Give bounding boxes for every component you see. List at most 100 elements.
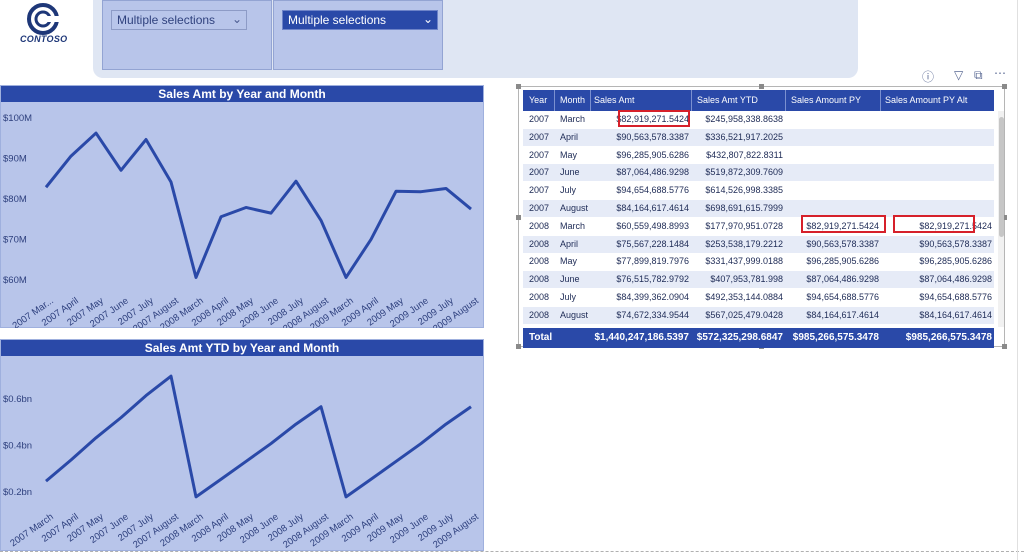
cell-year: 2008 bbox=[529, 309, 550, 320]
slicer-2-dropdown[interactable]: Multiple selections ⌄ bbox=[282, 10, 438, 30]
table-row[interactable]: 2008 June $76,515,782.9792 $407,953,781.998… bbox=[523, 271, 994, 289]
cell-sales-amount-py-alt bbox=[880, 129, 992, 146]
cell-sales-amt-ytd: $253,538,179.2212 bbox=[705, 238, 783, 249]
cell-sales-amount-py-alt: $90,563,578.3387 bbox=[919, 238, 992, 249]
resize-handle[interactable] bbox=[1002, 84, 1007, 89]
sales-amt-plot: $60M$70M$80M$90M$100M2007 Mar...2007 Apr… bbox=[3, 113, 481, 328]
column-divider[interactable] bbox=[785, 90, 786, 111]
table-row[interactable]: 2007 March $82,919,271.5424 $245,958,338.86… bbox=[523, 111, 994, 128]
cell-sales-amount-py: $90,563,578.3387 bbox=[806, 238, 879, 249]
cell-month: July bbox=[560, 185, 577, 196]
cell-month: July bbox=[560, 292, 577, 302]
cell-year: 2007 bbox=[529, 185, 550, 196]
column-header-month[interactable]: Month bbox=[560, 90, 585, 111]
cell-year: 2008 bbox=[529, 274, 550, 285]
table-row[interactable]: 2007 July $94,654,688.5776 $614,526,998.338… bbox=[523, 182, 994, 199]
cell-year: 2007 bbox=[529, 167, 550, 178]
y-tick-label: $70M bbox=[3, 234, 27, 245]
logo-text: CONTOSO bbox=[20, 34, 68, 44]
cell-sales-amt-ytd: $177,970,951.0728 bbox=[705, 220, 783, 231]
resize-handle[interactable] bbox=[1002, 344, 1007, 349]
series-line[interactable] bbox=[44, 131, 472, 279]
more-options-icon[interactable]: ⋯ bbox=[994, 66, 1006, 80]
series-line[interactable] bbox=[45, 374, 472, 499]
cell-sales-amount-py-alt bbox=[880, 111, 992, 128]
filter-icon[interactable]: ▽ bbox=[954, 68, 963, 82]
table-row[interactable]: 2008 May $77,899,819.7976 $331,437,999.0188… bbox=[523, 253, 994, 270]
cell-sales-amount-py-alt bbox=[880, 147, 992, 164]
cell-sales-amount-py bbox=[785, 182, 879, 199]
table-row[interactable]: 2008 July $84,399,362.0904 $492,353,144.088… bbox=[523, 289, 994, 306]
cell-sales-amount-py-alt: $84,164,617.4614 bbox=[919, 309, 992, 320]
y-tick-label: $60M bbox=[3, 275, 27, 286]
table-row[interactable]: 2007 April $90,563,578.3387 $336,521,917.20… bbox=[523, 128, 994, 146]
total-sales-amount-py: $985,266,575.3478 bbox=[792, 332, 879, 343]
cell-sales-amount-py bbox=[785, 111, 879, 128]
cell-year: 2007 bbox=[529, 114, 550, 124]
sales-amt-ytd-chart[interactable]: Sales Amt YTD by Year and Month $0.2bn $0… bbox=[0, 339, 484, 551]
sales-table[interactable]: Year Month Sales Amt Sales Amt YTD Sales… bbox=[516, 84, 1007, 349]
table-row[interactable]: 2007 May $96,285,905.6286 $432,807,822.8311 bbox=[523, 147, 994, 164]
y-tick-label: $0.6bn bbox=[3, 394, 32, 405]
cell-month: March bbox=[560, 220, 586, 231]
highlight-box bbox=[893, 215, 975, 233]
chevron-down-icon: ⌄ bbox=[231, 12, 242, 26]
y-tick-label: $90M bbox=[3, 154, 27, 165]
resize-handle[interactable] bbox=[759, 84, 764, 89]
column-divider[interactable] bbox=[590, 90, 591, 111]
cell-sales-amount-py-alt bbox=[880, 182, 992, 199]
slicer-1-dropdown[interactable]: Multiple selections ⌄ bbox=[111, 10, 247, 30]
y-tick-label: $0.4bn bbox=[3, 440, 32, 451]
column-header-sales-amount-py[interactable]: Sales Amount PY bbox=[791, 90, 861, 111]
column-header-year[interactable]: Year bbox=[529, 90, 547, 111]
slicer-1-value: Multiple selections bbox=[117, 13, 216, 27]
column-divider[interactable] bbox=[691, 90, 692, 111]
info-icon[interactable]: ⓘ bbox=[922, 68, 934, 85]
column-header-sales-amt-ytd[interactable]: Sales Amt YTD bbox=[697, 90, 758, 111]
column-header-sales-amt[interactable]: Sales Amt bbox=[594, 90, 635, 111]
highlight-box bbox=[618, 110, 690, 127]
cell-month: May bbox=[560, 149, 578, 160]
cell-sales-amt-ytd: $407,953,781.998 bbox=[710, 274, 783, 285]
sales-amt-chart[interactable]: Sales Amt by Year and Month $60M $70M $80M… bbox=[0, 85, 484, 328]
sales-amt-ytd-plot: $0.2bn$0.4bn$0.6bn2007 March2007 April20… bbox=[3, 374, 481, 551]
column-divider[interactable] bbox=[554, 90, 555, 111]
table-row[interactable]: 2008 August $74,672,334.9544 $567,025,479.0… bbox=[523, 306, 994, 324]
y-tick-label: $0.2bn bbox=[3, 487, 32, 498]
chevron-down-icon: ⌄ bbox=[422, 12, 433, 26]
cell-sales-amount-py bbox=[785, 129, 879, 146]
column-divider[interactable] bbox=[880, 90, 881, 111]
cell-sales-amt: $74,672,334.9544 bbox=[616, 309, 689, 320]
cell-sales-amount-py: $96,285,905.6286 bbox=[806, 256, 879, 267]
cell-sales-amt-ytd: $492,353,144.0884 bbox=[705, 292, 783, 302]
canvas-right-edge bbox=[1017, 0, 1018, 560]
cell-sales-amt: $60,559,498.8993 bbox=[616, 220, 689, 231]
highlight-box bbox=[801, 215, 886, 233]
cell-sales-amt-ytd: $698,691,615.7999 bbox=[705, 203, 783, 213]
focus-mode-icon[interactable]: ⧉ bbox=[974, 68, 983, 83]
cell-year: 2007 bbox=[529, 149, 550, 160]
cell-year: 2008 bbox=[529, 292, 550, 302]
column-header-sales-amount-py-alt[interactable]: Sales Amount PY Alt bbox=[885, 90, 967, 111]
slicer-1: Multiple selections ⌄ bbox=[102, 0, 272, 70]
table-scroll-thumb[interactable] bbox=[999, 117, 1004, 237]
resize-handle[interactable] bbox=[516, 84, 521, 89]
resize-handle[interactable] bbox=[516, 344, 521, 349]
cell-sales-amount-py: $94,654,688.5776 bbox=[806, 292, 879, 302]
cell-month: August bbox=[560, 309, 589, 320]
table-header: Year Month Sales Amt Sales Amt YTD Sales… bbox=[523, 90, 994, 111]
cell-sales-amount-py bbox=[785, 147, 879, 164]
cell-month: June bbox=[560, 274, 580, 285]
chart-title: Sales Amt YTD by Year and Month bbox=[1, 340, 483, 356]
total-label: Total bbox=[529, 332, 553, 343]
table-row[interactable]: 2008 April $75,567,228.1484 $253,538,179.22… bbox=[523, 235, 994, 253]
resize-handle[interactable] bbox=[516, 215, 521, 220]
cell-sales-amt-ytd: $245,958,338.8638 bbox=[705, 114, 783, 124]
cell-sales-amt-ytd: $567,025,479.0428 bbox=[705, 309, 783, 320]
total-sales-amt: $1,440,247,186.5397 bbox=[594, 332, 689, 343]
cell-sales-amount-py: $84,164,617.4614 bbox=[806, 309, 879, 320]
cell-sales-amount-py: $87,064,486.9298 bbox=[806, 274, 879, 285]
total-sales-amt-ytd: $572,325,298.6847 bbox=[696, 332, 783, 343]
table-row[interactable]: 2007 June $87,064,486.9298 $519,872,309.760… bbox=[523, 164, 994, 182]
cell-month: April bbox=[560, 238, 579, 249]
